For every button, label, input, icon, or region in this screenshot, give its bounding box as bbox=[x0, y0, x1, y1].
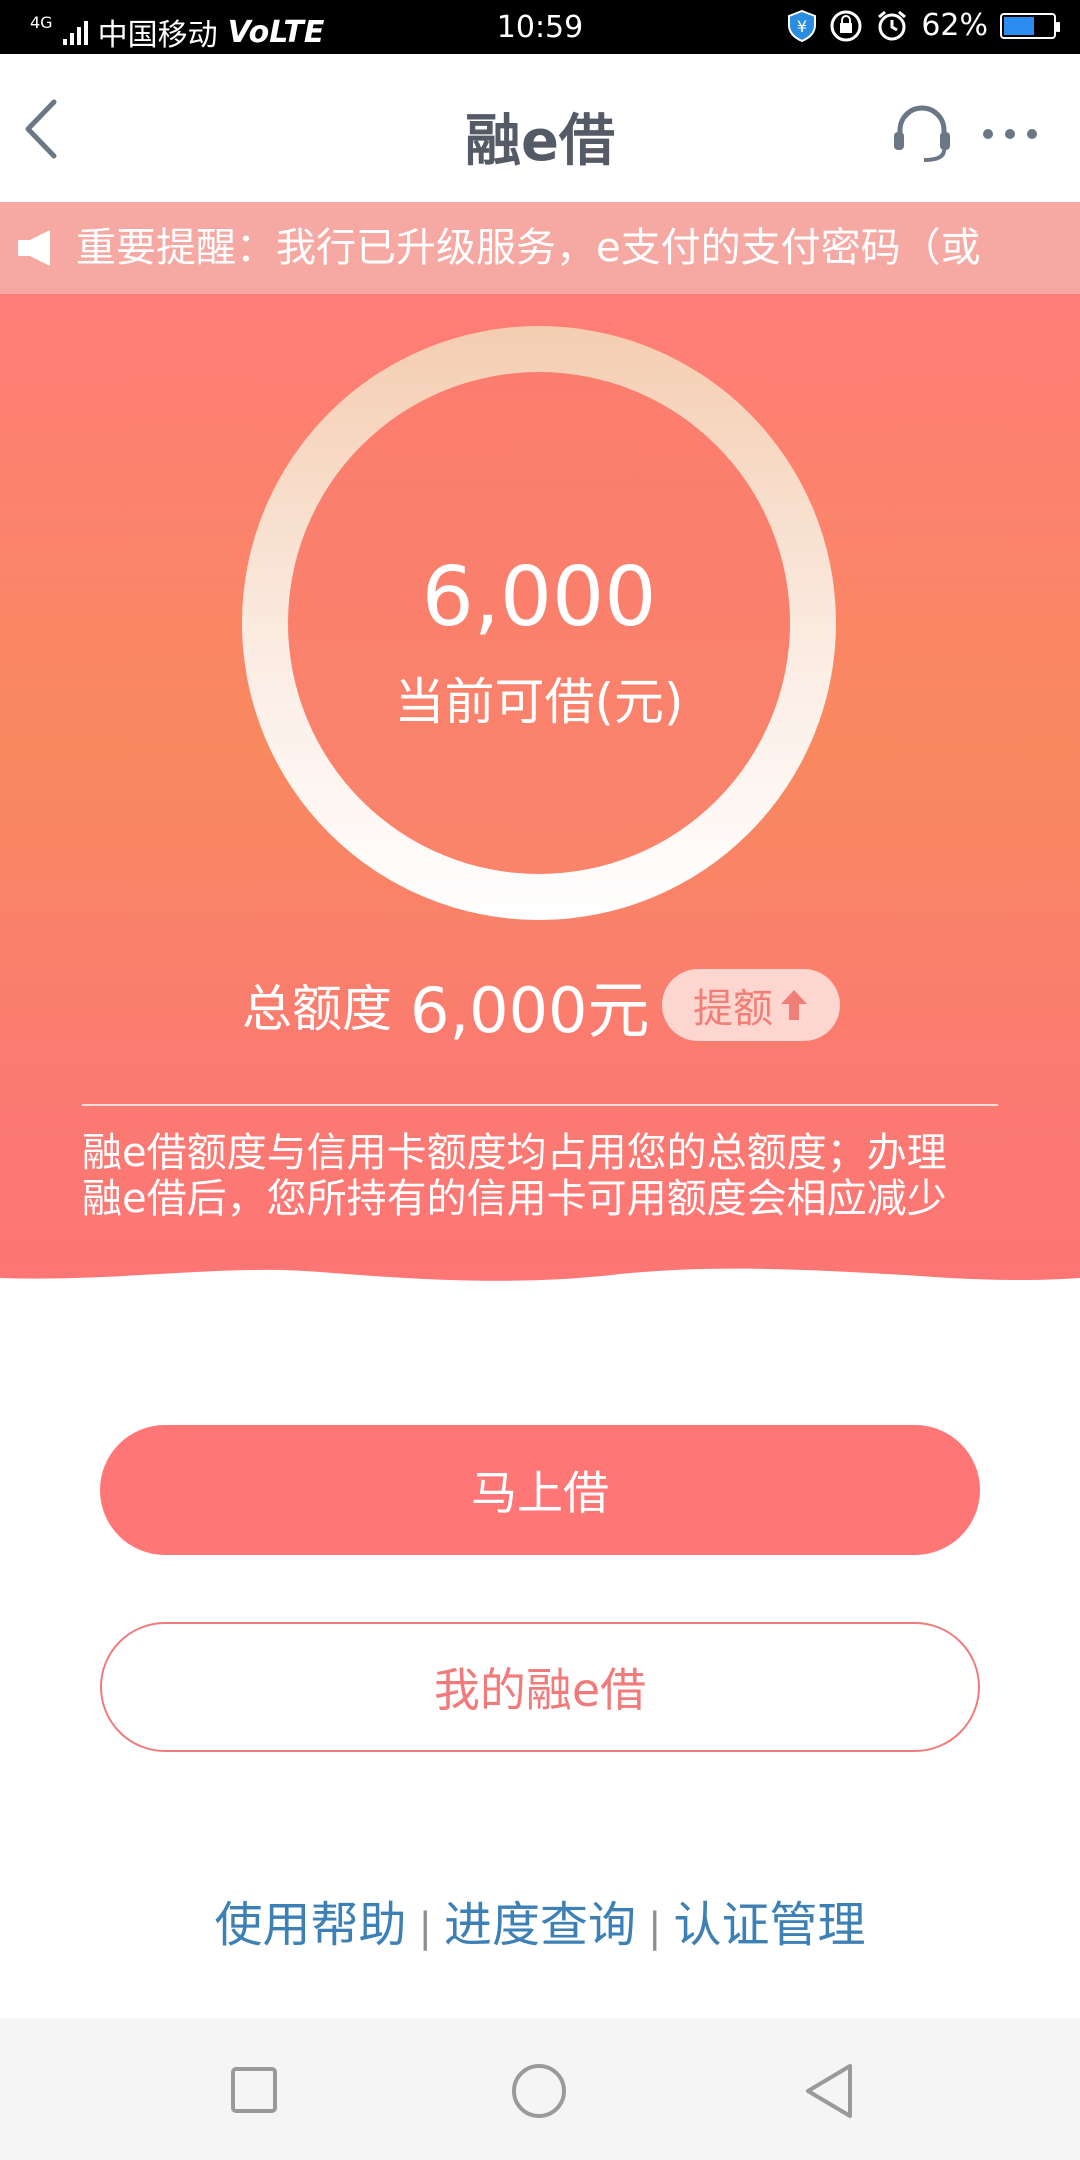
speaker-icon bbox=[18, 230, 50, 266]
arrow-up-icon bbox=[781, 990, 807, 1020]
available-amount-label: 当前可借(元) bbox=[394, 673, 684, 731]
notice-bar[interactable]: 重要提醒：我行已升级服务，e支付的支付密码（或 bbox=[0, 202, 1080, 294]
auth-management-link[interactable]: 认证管理 bbox=[673, 1897, 865, 1953]
notice-text: 重要提醒：我行已升级服务，e支付的支付密码（或 bbox=[76, 225, 981, 271]
credit-description: 融e借额度与信用卡额度均占用您的总额度；办理 融e借后，您所持有的信用卡可用额度… bbox=[82, 1130, 1012, 1222]
credit-ring-inner: 6,000 当前可借(元) bbox=[288, 372, 790, 874]
back-nav-icon[interactable] bbox=[802, 2062, 856, 2120]
raise-limit-button[interactable]: 提额 bbox=[662, 969, 840, 1041]
progress-link[interactable]: 进度查询 bbox=[444, 1897, 636, 1953]
total-credit: 总额度 6,000元 bbox=[242, 960, 650, 1050]
raise-limit-label: 提额 bbox=[693, 986, 773, 1032]
footer-links: 使用帮助 | 进度查询 | 认证管理 bbox=[0, 1885, 1080, 1955]
more-menu-icon[interactable] bbox=[980, 122, 1040, 146]
borrow-now-button[interactable]: 马上借 bbox=[100, 1425, 980, 1555]
hero-wave bbox=[0, 1268, 1080, 1306]
link-separator: | bbox=[418, 1905, 432, 1951]
shield-icon: ¥ bbox=[788, 9, 817, 42]
help-link[interactable]: 使用帮助 bbox=[214, 1897, 406, 1953]
total-credit-label: 总额度 bbox=[242, 980, 392, 1038]
total-credit-value: 6,000元 bbox=[410, 974, 650, 1047]
credit-description-line2: 融e借后，您所持有的信用卡可用额度会相应减少 bbox=[82, 1176, 947, 1222]
credit-description-line1: 融e借额度与信用卡额度均占用您的总额度；办理 bbox=[82, 1130, 947, 1176]
svg-text:¥: ¥ bbox=[797, 17, 807, 36]
available-amount: 6,000 bbox=[421, 550, 657, 645]
battery-icon bbox=[1000, 12, 1060, 39]
status-bar: 4G 中国移动 VoLTE 10:59 ¥ 62% bbox=[0, 0, 1080, 54]
link-separator: | bbox=[648, 1905, 662, 1951]
credit-ring: 6,000 当前可借(元) bbox=[242, 326, 836, 920]
home-icon[interactable] bbox=[510, 2062, 568, 2120]
app-header: 融e借 bbox=[0, 54, 1080, 203]
alarm-icon bbox=[878, 10, 907, 40]
system-nav-bar bbox=[0, 2018, 1080, 2160]
battery-percent: 62% bbox=[921, 8, 988, 43]
recent-apps-icon[interactable] bbox=[230, 2066, 278, 2114]
credit-hero: 6,000 当前可借(元) 总额度 6,000元 提额 融e借额度与信用卡额度均… bbox=[0, 294, 1080, 1306]
rotation-lock-icon bbox=[830, 10, 862, 41]
my-loans-button[interactable]: 我的融e借 bbox=[100, 1622, 980, 1752]
hero-divider bbox=[82, 1104, 998, 1106]
customer-service-icon[interactable] bbox=[890, 102, 954, 162]
